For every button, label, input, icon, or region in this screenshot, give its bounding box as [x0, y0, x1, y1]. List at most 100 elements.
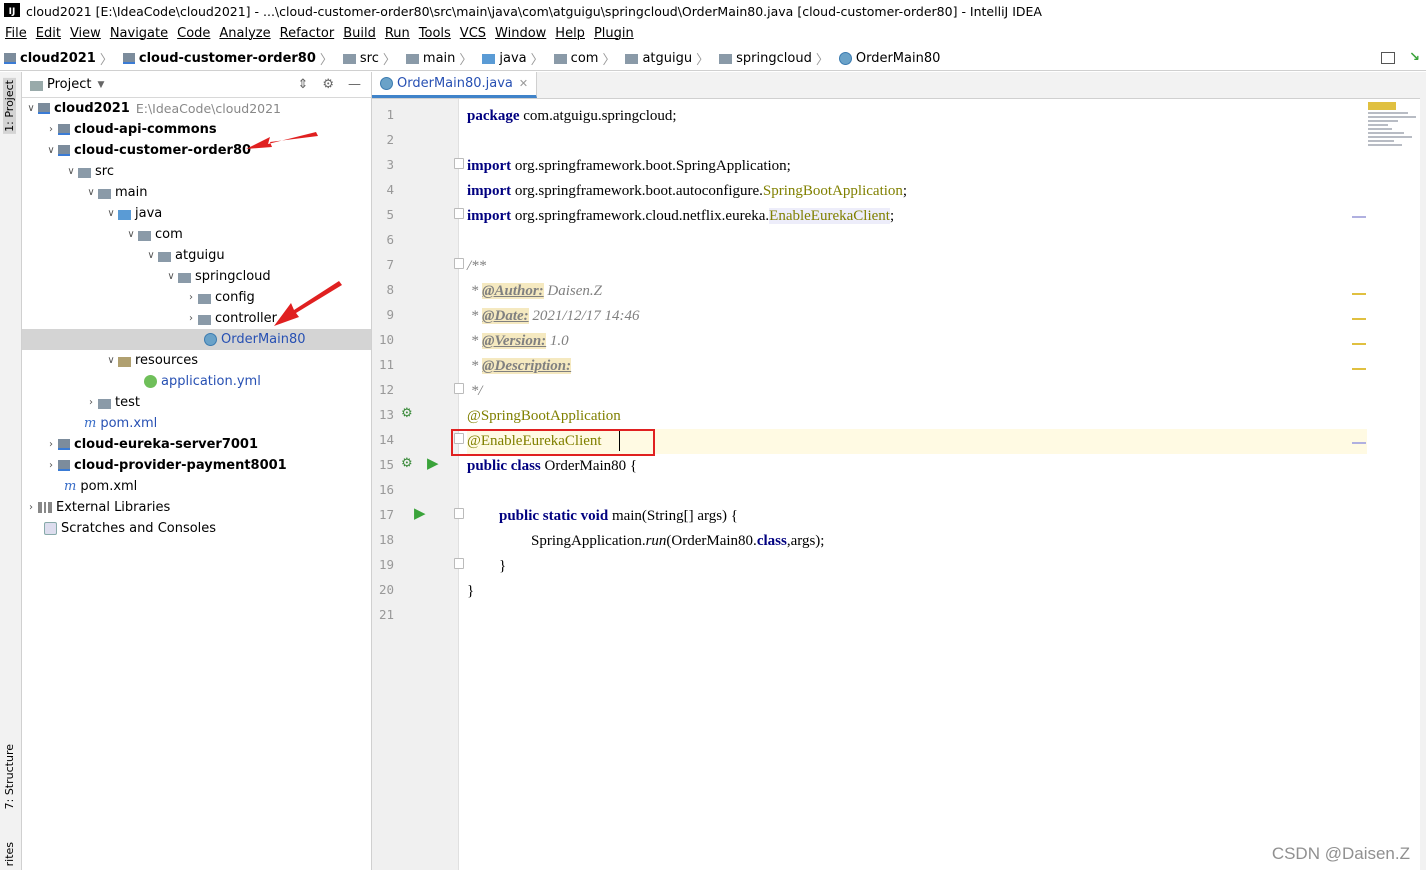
warning-stripe-mark[interactable]: [1352, 368, 1366, 370]
code-token: org.springframework.cloud.netflix.eureka…: [511, 208, 770, 224]
fold-marker-icon[interactable]: [454, 508, 464, 519]
menu-edit[interactable]: Edit: [36, 26, 61, 41]
tree-item-controller[interactable]: › controller: [22, 308, 371, 329]
menu-view[interactable]: View: [70, 26, 101, 41]
chevron-down-icon[interactable]: ∨: [104, 208, 118, 219]
spring-class-icon: [838, 51, 852, 65]
structure-tool-tab[interactable]: 7: Structure: [3, 744, 16, 809]
breadcrumb-java[interactable]: java 〉: [478, 49, 549, 68]
chevron-right-icon[interactable]: ›: [44, 460, 58, 471]
menu-help[interactable]: Help: [555, 26, 585, 41]
chevron-right-icon[interactable]: ›: [184, 313, 198, 324]
spring-bean-icon[interactable]: ⚙: [401, 406, 413, 421]
breadcrumb-springcloud[interactable]: springcloud 〉: [715, 49, 835, 68]
line-number: 14: [378, 432, 394, 447]
tree-item-main[interactable]: ∨ main: [22, 182, 371, 203]
chevron-down-icon[interactable]: ∨: [24, 103, 38, 114]
tree-item-cloud-customer-order80[interactable]: ∨ cloud-customer-order80: [22, 140, 371, 161]
project-tool-tab[interactable]: 1: Project: [3, 78, 16, 134]
favorites-tool-tab[interactable]: rites: [3, 842, 16, 866]
chevron-right-icon[interactable]: ›: [44, 439, 58, 450]
project-view-selector[interactable]: Project: [47, 77, 91, 92]
warning-stripe-mark[interactable]: [1352, 343, 1366, 345]
fold-marker-icon[interactable]: [454, 558, 464, 569]
tree-item-scratches[interactable]: Scratches and Consoles: [22, 518, 371, 539]
project-panel-tools: ⇕ ⚙ —: [297, 77, 361, 92]
code-token: org.springframework.boot.SpringApplicati…: [511, 158, 791, 174]
tree-item-test[interactable]: › test: [22, 392, 371, 413]
breadcrumb-src[interactable]: src 〉: [339, 49, 402, 68]
menu-navigate[interactable]: Navigate: [110, 26, 168, 41]
close-icon[interactable]: ✕: [519, 77, 528, 90]
menu-build[interactable]: Build: [343, 26, 376, 41]
gear-icon[interactable]: ⚙: [322, 77, 334, 92]
tree-item-root-pom[interactable]: m pom.xml: [22, 476, 371, 497]
tree-item-external-libraries[interactable]: › External Libraries: [22, 497, 371, 518]
tree-item-config[interactable]: › config: [22, 287, 371, 308]
tree-item-label: cloud2021: [54, 101, 130, 116]
chevron-down-icon[interactable]: ∨: [164, 271, 178, 282]
warning-stripe-mark[interactable]: [1352, 318, 1366, 320]
chevron-down-icon[interactable]: ∨: [44, 145, 58, 156]
layout-icon[interactable]: [1381, 52, 1396, 64]
breadcrumb-cloud2021[interactable]: cloud2021 〉: [0, 49, 119, 68]
tree-item-com[interactable]: ∨ com: [22, 224, 371, 245]
breadcrumb-main[interactable]: main 〉: [402, 49, 479, 68]
chevron-down-icon[interactable]: ∨: [144, 250, 158, 261]
breadcrumb-ordermain80[interactable]: OrderMain80: [835, 51, 945, 66]
tree-item-cloud-provider-payment8001[interactable]: › cloud-provider-payment8001: [22, 455, 371, 476]
run-icon[interactable]: ▶: [414, 504, 426, 522]
error-stripe-mark[interactable]: [1352, 216, 1366, 218]
menu-plugin[interactable]: Plugin: [594, 26, 634, 41]
menu-run[interactable]: Run: [385, 26, 410, 41]
tree-item-application-yml[interactable]: application.yml: [22, 371, 371, 392]
breadcrumb-atguigu[interactable]: atguigu 〉: [621, 49, 715, 68]
breadcrumb-module[interactable]: cloud-customer-order80 〉: [119, 49, 339, 68]
tree-item-src[interactable]: ∨ src: [22, 161, 371, 182]
chevron-down-icon[interactable]: ▼: [97, 80, 104, 90]
chevron-right-icon[interactable]: ›: [184, 292, 198, 303]
editor-gutter[interactable]: 1 2 3 4 5 6 7 8 9 10 11 12 13 14 15 16 1…: [372, 99, 464, 870]
menu-vcs[interactable]: VCS: [460, 26, 486, 41]
spring-bean-icon[interactable]: ⚙: [401, 456, 413, 471]
chevron-down-icon[interactable]: ∨: [104, 355, 118, 366]
code-token: 1.0: [546, 333, 569, 349]
code-token: import: [467, 158, 512, 174]
tab-ordermain80[interactable]: OrderMain80.java ✕: [372, 72, 538, 98]
menu-refactor[interactable]: Refactor: [280, 26, 335, 41]
tree-item-cloud2021[interactable]: ∨ cloud2021 E:\IdeaCode\cloud2021: [22, 98, 371, 119]
menu-file[interactable]: File: [5, 26, 27, 41]
fold-marker-icon[interactable]: [454, 208, 464, 219]
hammer-icon[interactable]: ↘: [1409, 50, 1420, 65]
fold-marker-icon[interactable]: [454, 383, 464, 394]
menu-code[interactable]: Code: [177, 26, 210, 41]
code-token: public static void: [499, 508, 609, 524]
chevron-down-icon[interactable]: ∨: [64, 166, 78, 177]
tree-item-atguigu[interactable]: ∨ atguigu: [22, 245, 371, 266]
chevron-down-icon[interactable]: ∨: [84, 187, 98, 198]
fold-marker-icon[interactable]: [454, 258, 464, 269]
tree-item-resources[interactable]: ∨ resources: [22, 350, 371, 371]
menu-tools[interactable]: Tools: [419, 26, 451, 41]
minimap-line: [1368, 112, 1408, 114]
chevron-right-icon[interactable]: ›: [44, 124, 58, 135]
tree-item-ordermain80[interactable]: OrderMain80: [22, 329, 371, 350]
collapse-all-icon[interactable]: ⇕: [297, 77, 308, 92]
hide-icon[interactable]: —: [348, 77, 361, 92]
tree-item-java[interactable]: ∨ java: [22, 203, 371, 224]
tree-item-label: atguigu: [175, 248, 225, 263]
tree-item-cloud-api-commons[interactable]: › cloud-api-commons: [22, 119, 371, 140]
run-icon[interactable]: ▶: [427, 454, 439, 472]
menu-analyze[interactable]: Analyze: [219, 26, 270, 41]
chevron-right-icon[interactable]: ›: [84, 397, 98, 408]
tree-item-springcloud[interactable]: ∨ springcloud: [22, 266, 371, 287]
menu-window[interactable]: Window: [495, 26, 546, 41]
chevron-right-icon[interactable]: ›: [24, 502, 38, 513]
chevron-down-icon[interactable]: ∨: [124, 229, 138, 240]
fold-marker-icon[interactable]: [454, 158, 464, 169]
breadcrumb-com[interactable]: com 〉: [550, 49, 622, 68]
error-stripe-mark[interactable]: [1352, 442, 1366, 444]
warning-stripe-mark[interactable]: [1352, 293, 1366, 295]
tree-item-module-pom[interactable]: m pom.xml: [22, 413, 371, 434]
tree-item-cloud-eureka-server7001[interactable]: › cloud-eureka-server7001: [22, 434, 371, 455]
